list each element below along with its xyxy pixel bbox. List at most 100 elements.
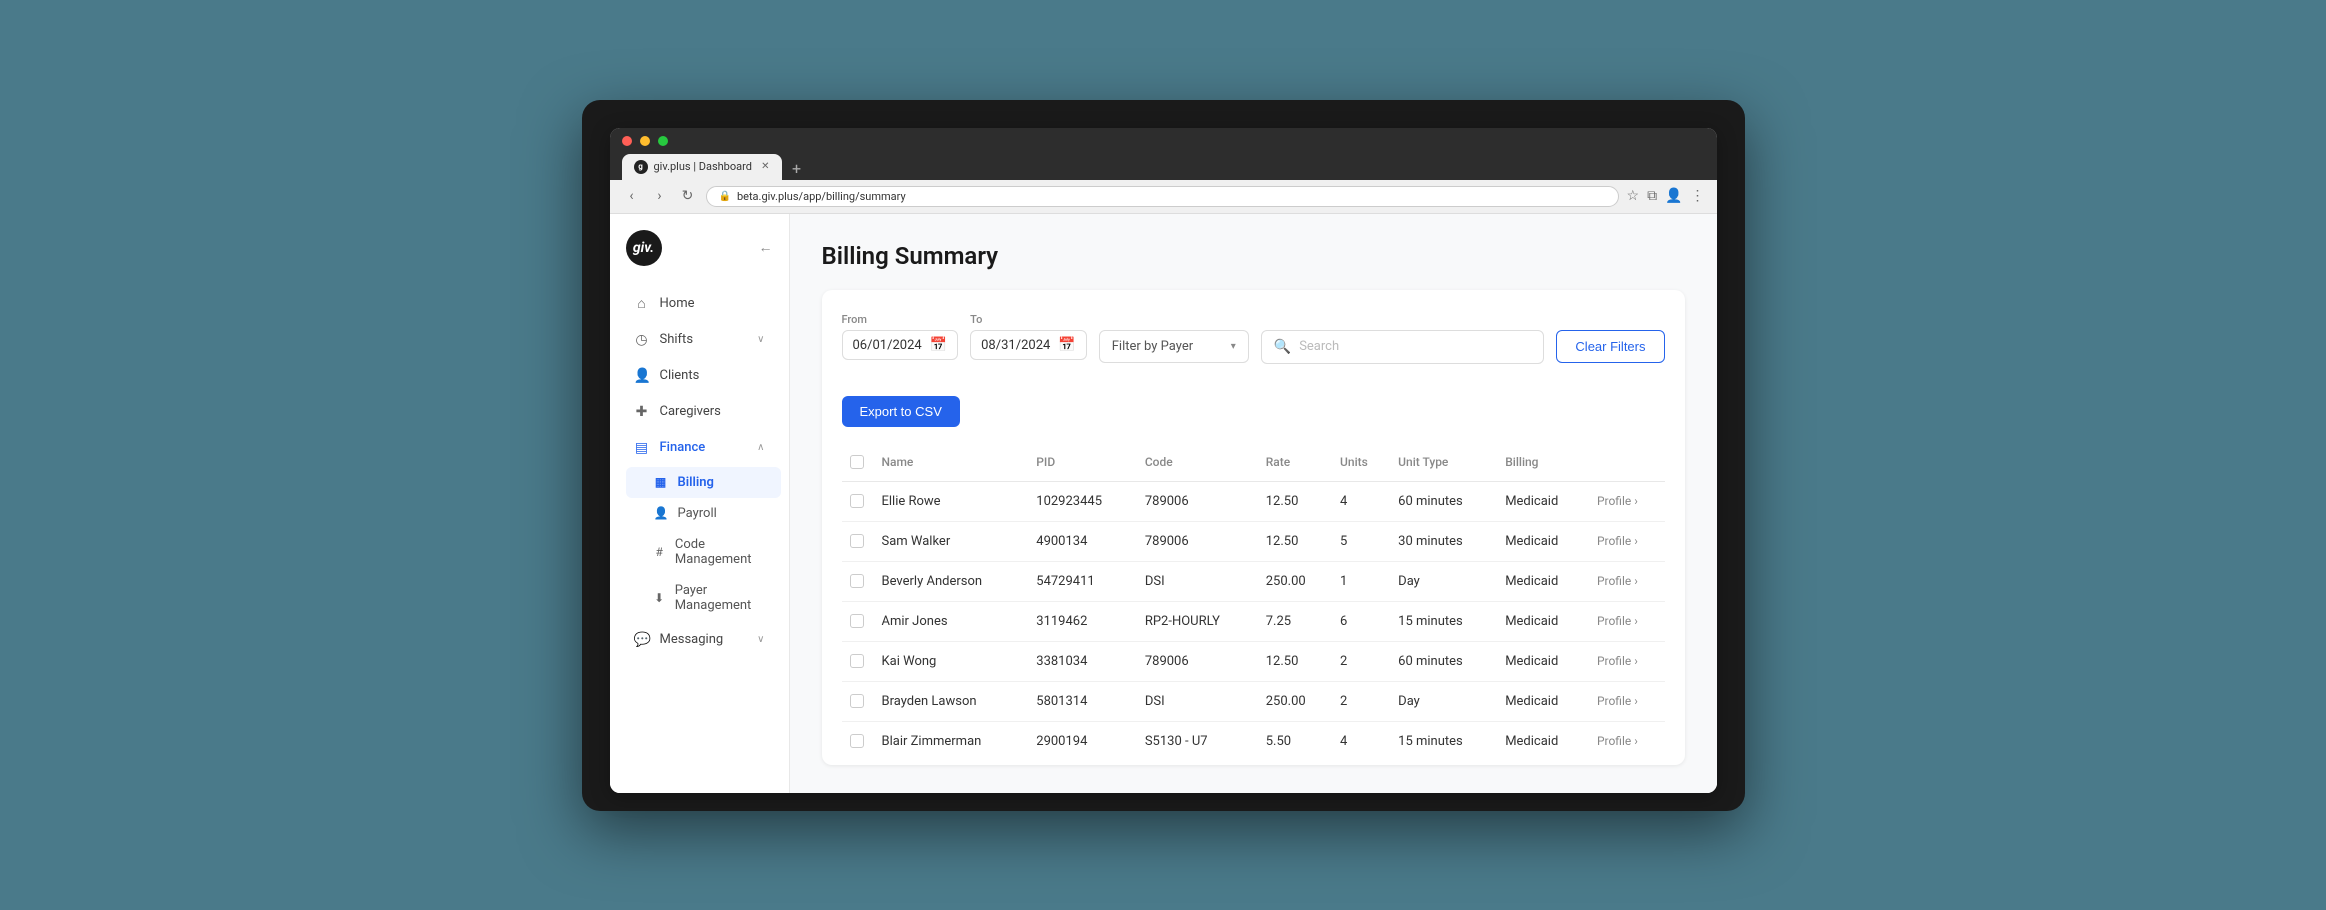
sidebar-item-finance[interactable]: ▤ Finance ∧: [618, 431, 781, 465]
forward-button[interactable]: ›: [650, 188, 670, 204]
export-csv-button[interactable]: Export to CSV: [842, 396, 960, 427]
new-tab-button[interactable]: +: [786, 158, 808, 180]
profile-link[interactable]: Profile ›: [1597, 574, 1657, 588]
messaging-icon: 💬: [634, 632, 650, 648]
cell-billing: Medicaid: [1497, 561, 1589, 601]
main-content: Billing Summary From 06/01/2024 📅 To: [790, 214, 1717, 793]
cell-code: DSI: [1137, 561, 1258, 601]
clear-filters-button[interactable]: Clear Filters: [1556, 330, 1664, 363]
cell-code: 789006: [1137, 641, 1258, 681]
close-dot[interactable]: [622, 136, 632, 146]
tab-close-button[interactable]: ✕: [761, 161, 769, 172]
cell-rate: 12.50: [1258, 521, 1332, 561]
sidebar-item-code-management[interactable]: # Code Management: [626, 529, 781, 575]
sidebar-item-billing[interactable]: ▦ Billing: [626, 467, 781, 498]
cell-unit-type: 15 minutes: [1390, 721, 1497, 761]
billing-card: From 06/01/2024 📅 To 08/31/2024 📅: [822, 290, 1685, 765]
sidebar-subitem-label: Billing: [678, 475, 714, 490]
sidebar-item-label: Caregivers: [660, 404, 721, 419]
select-all-checkbox[interactable]: [850, 455, 864, 469]
row-checkbox[interactable]: [850, 494, 864, 508]
cell-pid: 54729411: [1028, 561, 1137, 601]
col-rate: Rate: [1258, 443, 1332, 482]
sidebar-item-home[interactable]: ⌂ Home: [618, 286, 781, 321]
browser-actions: ☆ ⧉ 👤 ⋮: [1627, 188, 1705, 204]
profile-link[interactable]: Profile ›: [1597, 654, 1657, 668]
refresh-button[interactable]: ↻: [678, 188, 698, 204]
sidebar-item-payer-management[interactable]: ⬇ Payer Management: [626, 575, 781, 621]
sidebar-item-label: Shifts: [660, 332, 694, 347]
profile-link[interactable]: Profile ›: [1597, 494, 1657, 508]
sidebar-item-messaging[interactable]: 💬 Messaging ∨: [618, 623, 781, 657]
cell-units: 1: [1332, 561, 1390, 601]
cell-rate: 12.50: [1258, 481, 1332, 521]
row-checkbox[interactable]: [850, 694, 864, 708]
cell-code: 789006: [1137, 481, 1258, 521]
cell-name: Sam Walker: [874, 521, 1029, 561]
table-row: Kai Wong 3381034 789006 12.50 2 60 minut…: [842, 641, 1665, 681]
cell-billing: Medicaid: [1497, 681, 1589, 721]
from-date-input[interactable]: 06/01/2024 📅: [842, 330, 959, 360]
cell-pid: 3119462: [1028, 601, 1137, 641]
profile-link[interactable]: Profile ›: [1597, 734, 1657, 748]
table-header: Name PID Code Rate Units Unit Type Billi…: [842, 443, 1665, 482]
sidebar-item-shifts[interactable]: ◷ Shifts ∨: [618, 323, 781, 357]
search-icon: 🔍: [1274, 339, 1291, 355]
row-checkbox[interactable]: [850, 534, 864, 548]
chevron-up-icon: ∧: [757, 442, 764, 453]
row-checkbox[interactable]: [850, 734, 864, 748]
cell-pid: 2900194: [1028, 721, 1137, 761]
calendar-icon-to: 📅: [1058, 337, 1075, 353]
cell-rate: 250.00: [1258, 561, 1332, 601]
table-row: Sam Walker 4900134 789006 12.50 5 30 min…: [842, 521, 1665, 561]
table-row: Blair Zimmerman 2900194 S5130 - U7 5.50 …: [842, 721, 1665, 761]
browser-controls: [622, 136, 1705, 146]
cell-billing: Medicaid: [1497, 601, 1589, 641]
col-code: Code: [1137, 443, 1258, 482]
cell-rate: 250.00: [1258, 681, 1332, 721]
cell-code: 789006: [1137, 521, 1258, 561]
profile-link[interactable]: Profile ›: [1597, 614, 1657, 628]
menu-icon[interactable]: ⋮: [1691, 188, 1705, 204]
bookmark-icon[interactable]: ☆: [1627, 188, 1640, 204]
sidebar-item-payroll[interactable]: 👤 Payroll: [626, 498, 781, 529]
profile-link[interactable]: Profile ›: [1597, 694, 1657, 708]
maximize-dot[interactable]: [658, 136, 668, 146]
col-pid: PID: [1028, 443, 1137, 482]
cell-pid: 102923445: [1028, 481, 1137, 521]
profile-icon[interactable]: 👤: [1665, 188, 1682, 204]
row-checkbox[interactable]: [850, 614, 864, 628]
back-button[interactable]: ‹: [622, 188, 642, 204]
cell-name: Ellie Rowe: [874, 481, 1029, 521]
profile-link[interactable]: Profile ›: [1597, 534, 1657, 548]
sidebar-item-clients[interactable]: 👤 Clients: [618, 359, 781, 393]
sidebar-collapse-button[interactable]: ←: [759, 239, 773, 256]
payer-icon: ⬇: [654, 591, 665, 605]
payer-filter-label: Filter by Payer: [1112, 339, 1193, 354]
finance-icon: ▤: [634, 440, 650, 456]
cell-units: 6: [1332, 601, 1390, 641]
cell-units: 4: [1332, 721, 1390, 761]
cell-rate: 12.50: [1258, 641, 1332, 681]
billing-table: Name PID Code Rate Units Unit Type Billi…: [842, 443, 1665, 761]
billing-table-container: Name PID Code Rate Units Unit Type Billi…: [842, 443, 1665, 765]
address-bar[interactable]: 🔒 beta.giv.plus/app/billing/summary: [706, 186, 1619, 207]
cell-unit-type: 60 minutes: [1390, 641, 1497, 681]
sidebar-item-caregivers[interactable]: ✚ Caregivers: [618, 395, 781, 429]
chevron-down-icon: ▾: [1231, 341, 1236, 352]
cell-units: 2: [1332, 641, 1390, 681]
cell-unit-type: Day: [1390, 561, 1497, 601]
search-input[interactable]: 🔍 Search: [1261, 330, 1545, 364]
home-icon: ⌂: [634, 295, 650, 312]
to-date-input[interactable]: 08/31/2024 📅: [970, 330, 1087, 360]
row-checkbox[interactable]: [850, 654, 864, 668]
chevron-down-icon: ∨: [757, 634, 764, 645]
extensions-icon[interactable]: ⧉: [1647, 188, 1657, 204]
table-row: Amir Jones 3119462 RP2-HOURLY 7.25 6 15 …: [842, 601, 1665, 641]
minimize-dot[interactable]: [640, 136, 650, 146]
sidebar-item-label: Finance: [660, 440, 706, 455]
payer-filter-dropdown[interactable]: Filter by Payer ▾: [1099, 330, 1249, 363]
row-checkbox[interactable]: [850, 574, 864, 588]
active-tab[interactable]: g giv.plus | Dashboard ✕: [622, 154, 782, 180]
address-bar-row: ‹ › ↻ 🔒 beta.giv.plus/app/billing/summar…: [610, 180, 1717, 214]
